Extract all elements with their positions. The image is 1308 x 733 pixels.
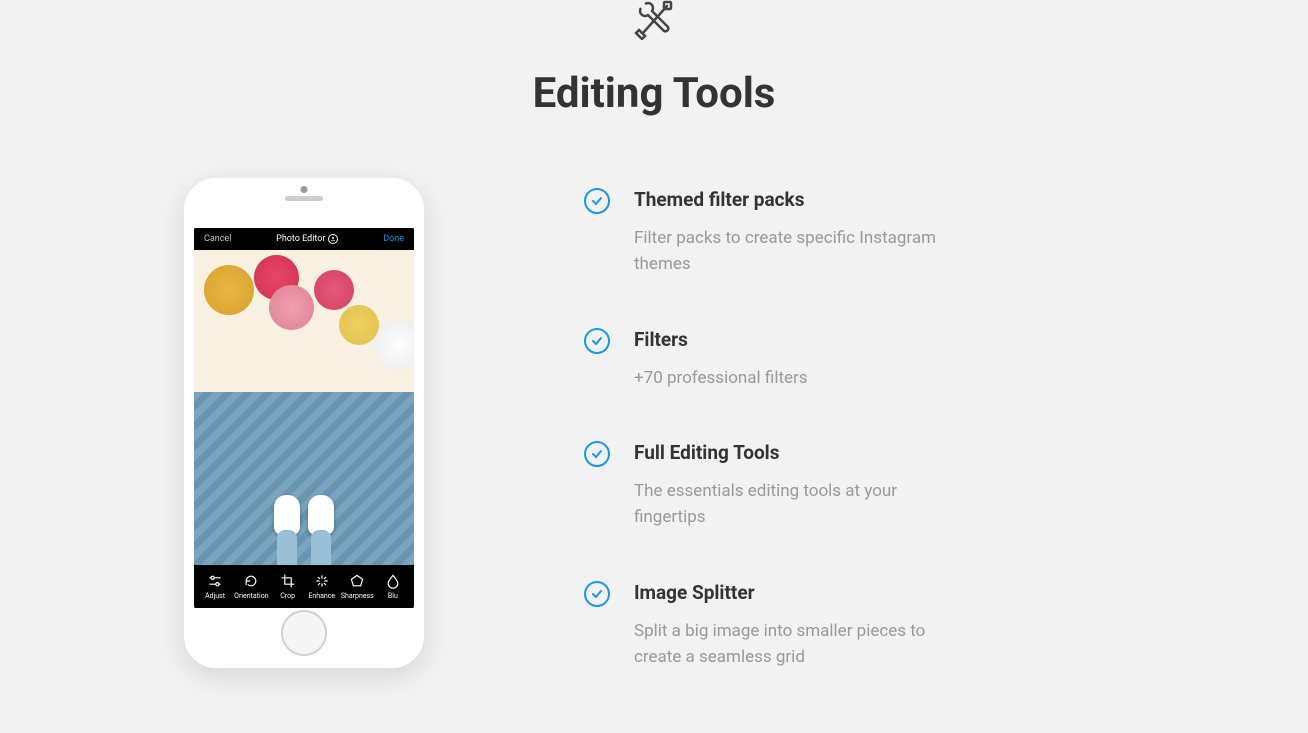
features-list: Themed filter packs Filter packs to crea… [584, 178, 1184, 720]
tools-icon [629, 0, 679, 44]
section-header: Editing Tools [124, 0, 1184, 118]
check-icon [584, 441, 610, 467]
feature-description: +70 professional filters [634, 365, 954, 391]
check-icon [584, 328, 610, 354]
sharpness-icon [349, 573, 365, 589]
adjust-icon [207, 573, 223, 589]
editor-title: Photo Editor [276, 234, 338, 244]
crop-icon [280, 573, 296, 589]
tool-orientation[interactable]: Orientation [234, 573, 268, 600]
user-icon [328, 234, 338, 244]
cancel-button[interactable]: Cancel [204, 234, 231, 244]
done-button[interactable]: Done [383, 234, 404, 244]
feature-title: Image Splitter [634, 581, 954, 604]
check-icon [584, 188, 610, 214]
phone-screen: Cancel Photo Editor Done [194, 228, 414, 608]
phone-nav-bar: Cancel Photo Editor Done [194, 228, 414, 250]
feature-description: Split a big image into smaller pieces to… [634, 618, 954, 671]
feature-item: Full Editing Tools The essentials editin… [584, 441, 1184, 531]
feature-description: The essentials editing tools at your fin… [634, 478, 954, 531]
check-icon [584, 581, 610, 607]
feature-title: Themed filter packs [634, 188, 954, 211]
phone-mockup: Cancel Photo Editor Done [184, 178, 424, 668]
tool-enhance[interactable]: Enhance [307, 573, 337, 600]
tool-sharpness[interactable]: Sharpness [341, 573, 374, 600]
editor-photo [194, 250, 414, 565]
enhance-icon [314, 573, 330, 589]
blur-icon [385, 573, 401, 589]
feature-item: Filters +70 professional filters [584, 328, 1184, 391]
tool-blur[interactable]: Blu [378, 573, 408, 600]
tool-crop[interactable]: Crop [273, 573, 303, 600]
feature-title: Full Editing Tools [634, 441, 954, 464]
feature-title: Filters [634, 328, 954, 351]
orientation-icon [243, 573, 259, 589]
page-title: Editing Tools [124, 69, 1184, 118]
feature-item: Themed filter packs Filter packs to crea… [584, 188, 1184, 278]
feature-item: Image Splitter Split a big image into sm… [584, 581, 1184, 671]
feature-description: Filter packs to create specific Instagra… [634, 225, 954, 278]
editor-toolbar: Adjust Orientation [194, 565, 414, 608]
tool-adjust[interactable]: Adjust [200, 573, 230, 600]
